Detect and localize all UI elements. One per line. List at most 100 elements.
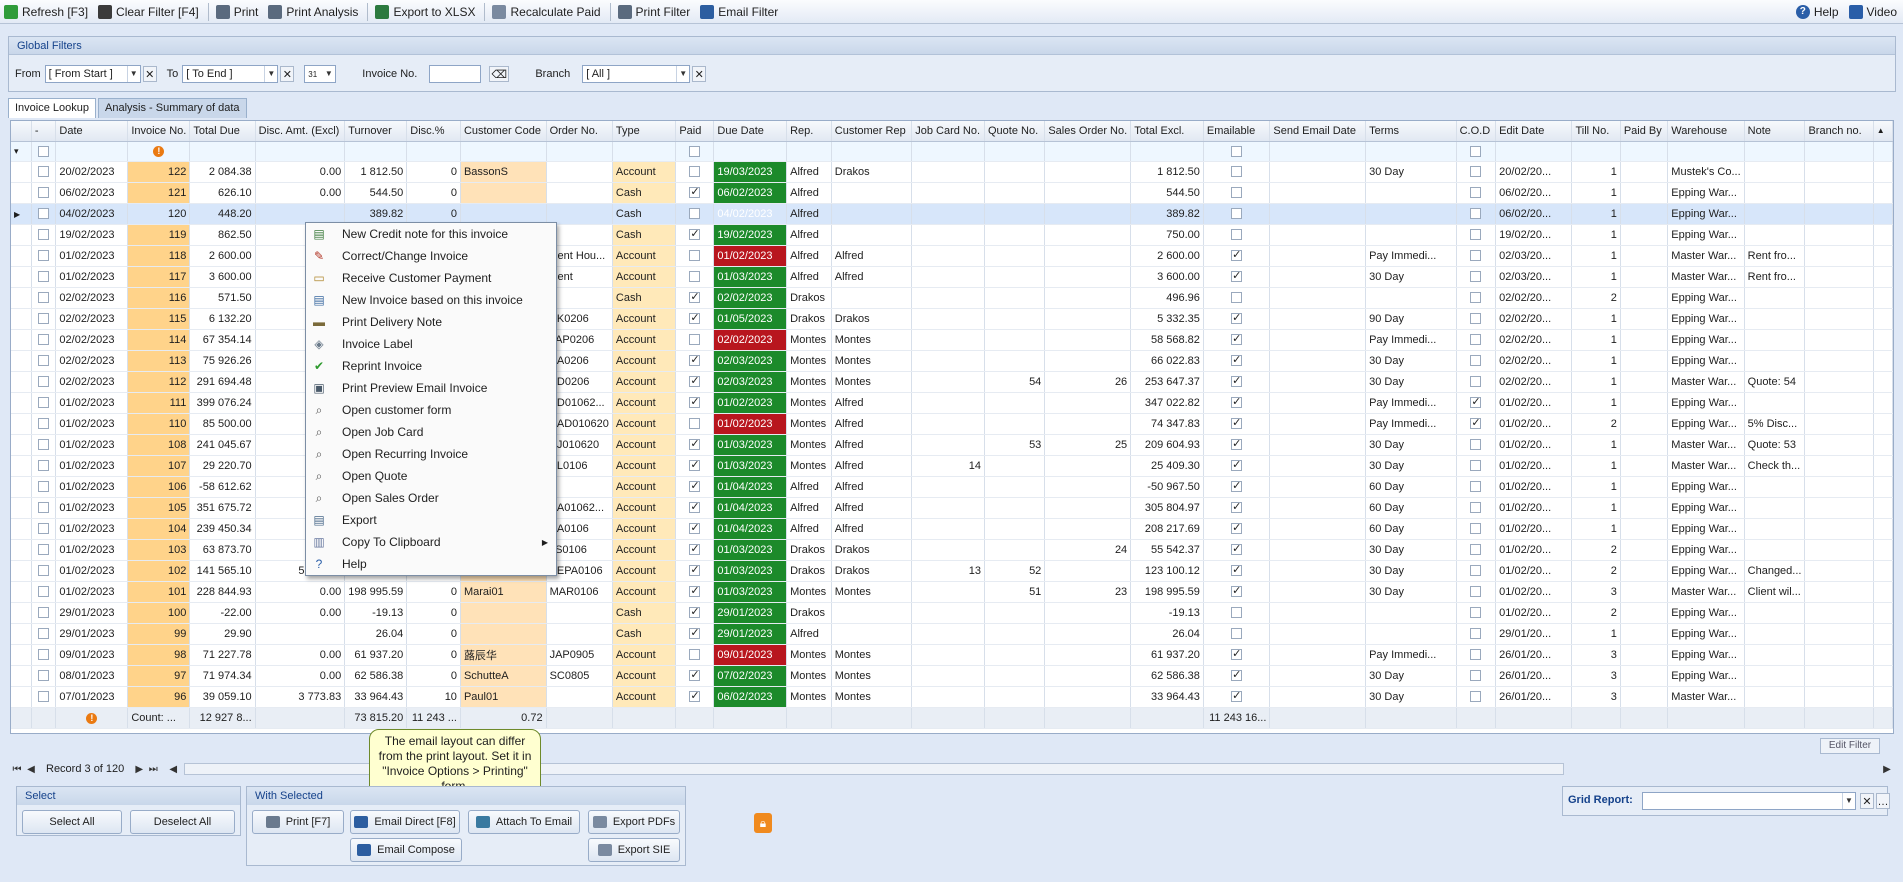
- emailable-checkbox[interactable]: [1231, 479, 1243, 493]
- cod-cell[interactable]: [1456, 350, 1497, 372]
- paid-cell[interactable]: [675, 350, 715, 372]
- table-row[interactable]: 20/02/2023 122 2 084.38 0.00 1 812.50 0 Basson…: [11, 161, 1893, 183]
- cod-checkbox[interactable]: [1470, 544, 1482, 556]
- cod-checkbox[interactable]: [1470, 313, 1482, 325]
- filter-cell[interactable]: [831, 141, 913, 162]
- paid-checkbox[interactable]: [689, 605, 701, 619]
- row-select-checkbox[interactable]: [38, 313, 50, 325]
- cod-cell[interactable]: [1456, 161, 1497, 183]
- row-select-cell[interactable]: [31, 392, 57, 414]
- last-record-icon[interactable]: ⏭: [146, 764, 160, 775]
- row-select-cell[interactable]: [31, 266, 57, 288]
- emailable-cell[interactable]: [1203, 350, 1271, 372]
- attach-to-email-button[interactable]: Attach To Email: [468, 810, 580, 834]
- emailable-cell[interactable]: [1203, 686, 1271, 708]
- row-select-cell[interactable]: [31, 434, 57, 456]
- table-row[interactable]: 09/01/2023 98 71 227.78 0.00 61 937.20 0 蕗辰华 JA…: [11, 644, 1893, 666]
- emailable-cell[interactable]: [1203, 602, 1271, 624]
- paid-cell[interactable]: [675, 287, 715, 309]
- table-row[interactable]: 01/02/202310729 220.70AL0106Account01/03…: [11, 455, 1893, 477]
- paid-checkbox[interactable]: [689, 395, 701, 409]
- emailable-checkbox[interactable]: [1231, 584, 1243, 598]
- menu-item-print-preview-email-invoice[interactable]: ▣ Print Preview Email Invoice: [306, 377, 556, 399]
- clear-grid-report-button[interactable]: ✕: [1860, 793, 1874, 809]
- row-select-checkbox[interactable]: [38, 250, 50, 262]
- paid-checkbox[interactable]: [689, 649, 701, 661]
- paid-cell[interactable]: [675, 602, 715, 624]
- menu-item-correct-change-invoice[interactable]: ✎ Correct/Change Invoice: [306, 245, 556, 267]
- emailable-cell[interactable]: [1203, 455, 1271, 477]
- chevron-down-icon[interactable]: ▼: [264, 66, 277, 82]
- menu-item-copy-to-clipboard[interactable]: ▥ Copy To Clipboard ▶: [306, 531, 556, 553]
- row-select-cell[interactable]: [31, 623, 57, 645]
- filter-icon[interactable]: ▾: [14, 146, 19, 156]
- scroll-up-icon[interactable]: ▲: [1873, 121, 1893, 142]
- paid-cell[interactable]: [675, 203, 715, 225]
- paid-cell[interactable]: [675, 329, 715, 351]
- cod-checkbox[interactable]: [1470, 292, 1482, 304]
- emailable-cell[interactable]: [1203, 560, 1271, 582]
- row-select-checkbox[interactable]: [38, 628, 50, 640]
- cod-cell[interactable]: [1456, 392, 1497, 414]
- row-select-cell[interactable]: [31, 665, 57, 687]
- filter-cell[interactable]: [1203, 141, 1271, 162]
- paid-cell[interactable]: [675, 539, 715, 561]
- filter-cell[interactable]: [1495, 141, 1573, 162]
- tab-analysis-summary[interactable]: Analysis - Summary of data: [98, 98, 247, 118]
- row-select-cell[interactable]: [31, 371, 57, 393]
- cod-checkbox[interactable]: [1470, 523, 1482, 535]
- column-header[interactable]: Total Excl.: [1130, 121, 1204, 142]
- cod-checkbox[interactable]: [1470, 439, 1482, 451]
- cod-cell[interactable]: [1456, 287, 1497, 309]
- row-select-cell[interactable]: [31, 644, 57, 666]
- print-selected-button[interactable]: Print [F7]: [252, 810, 344, 834]
- filter-checkbox[interactable]: [38, 145, 50, 157]
- emailable-checkbox[interactable]: [1231, 689, 1243, 703]
- emailable-checkbox[interactable]: [1231, 628, 1243, 640]
- printer-button[interactable]: Print: [212, 1, 263, 23]
- paid-cell[interactable]: [675, 455, 715, 477]
- filter-cell[interactable]: [1456, 141, 1497, 162]
- row-select-checkbox[interactable]: [38, 439, 50, 451]
- paid-checkbox[interactable]: [689, 563, 701, 577]
- emailable-checkbox[interactable]: [1231, 416, 1243, 430]
- emailable-cell[interactable]: [1203, 476, 1271, 498]
- column-header[interactable]: Rep.: [786, 121, 832, 142]
- to-date-combo[interactable]: [ To End ] ▼: [182, 65, 279, 83]
- row-select-cell[interactable]: [31, 308, 57, 330]
- branch-combo[interactable]: [ All ] ▼: [582, 65, 691, 83]
- emailable-checkbox[interactable]: [1231, 166, 1243, 178]
- emailable-checkbox[interactable]: [1231, 395, 1243, 409]
- cod-cell[interactable]: [1456, 329, 1497, 351]
- emailable-cell[interactable]: [1203, 203, 1271, 225]
- column-header[interactable]: Job Card No.: [911, 121, 985, 142]
- help-button[interactable]: ? Help: [1792, 1, 1843, 23]
- emailable-cell[interactable]: [1203, 245, 1271, 267]
- export-xlsx-button[interactable]: Export to XLSX: [371, 1, 479, 23]
- row-select-cell[interactable]: [31, 476, 57, 498]
- menu-item-reprint-invoice[interactable]: ✔ Reprint Invoice: [306, 355, 556, 377]
- cod-checkbox[interactable]: [1470, 481, 1482, 493]
- cod-checkbox[interactable]: [1470, 565, 1482, 577]
- filter-cell[interactable]: [55, 141, 129, 162]
- emailable-checkbox[interactable]: [1231, 311, 1243, 325]
- filter-cell[interactable]: [460, 141, 547, 162]
- email-direct-button[interactable]: Email Direct [F8]: [350, 810, 460, 834]
- invoice-no-input[interactable]: [429, 65, 482, 83]
- paid-cell[interactable]: [675, 581, 715, 603]
- column-header[interactable]: Send Email Date: [1269, 121, 1367, 142]
- cod-checkbox[interactable]: [1470, 607, 1482, 619]
- export-sie-button[interactable]: Export SIE: [588, 838, 680, 862]
- calendar-combo[interactable]: 31 ▼: [304, 65, 337, 83]
- table-row[interactable]: 02/02/20231156 132.20BK0206Account01/05/…: [11, 308, 1893, 330]
- cod-checkbox[interactable]: [1470, 502, 1482, 514]
- paid-checkbox[interactable]: [689, 353, 701, 367]
- table-row[interactable]: 01/02/2023 111 399 076.24 BD01062... Account…: [11, 392, 1893, 414]
- menu-item-open-recurring-invoice[interactable]: ⌕ Open Recurring Invoice: [306, 443, 556, 465]
- filter-cell[interactable]: [1873, 141, 1893, 162]
- filter-cell[interactable]: [406, 141, 461, 162]
- row-select-checkbox[interactable]: [38, 334, 50, 346]
- row-select-cell[interactable]: [31, 518, 57, 540]
- column-header[interactable]: Note: [1744, 121, 1806, 142]
- emailable-checkbox[interactable]: [1231, 521, 1243, 535]
